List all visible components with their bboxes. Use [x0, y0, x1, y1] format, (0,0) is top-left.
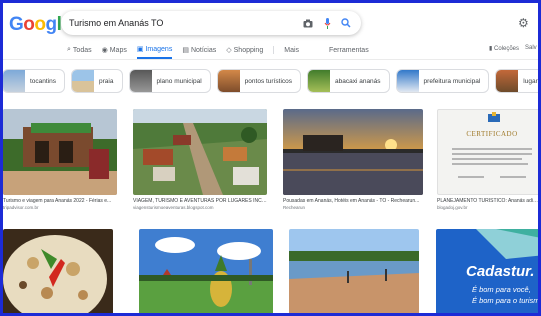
bookmark-icon: ▮ [489, 46, 493, 52]
tab-label: Maps [109, 46, 127, 54]
news-icon: ▤ [182, 47, 189, 54]
image-result[interactable]: CERTIFICADO PLANEJAMENTO TURÍSTICO: Anan… [437, 109, 538, 210]
chip-label: plano municipal [156, 77, 202, 85]
search-icon[interactable] [339, 16, 353, 30]
certificate-heading: CERTIFICADO [466, 130, 518, 138]
image-result[interactable] [139, 229, 273, 313]
search-tabs: ⌕ Todas ◉ Maps ▣ Imagens ▤ Notícias ◇ Shoppin… [67, 45, 369, 59]
logo-letter: G [9, 14, 24, 35]
image-result[interactable] [289, 229, 419, 313]
result-thumbnail: Cadastur. É bom para você, É bom para o … [436, 229, 538, 313]
tab-mais[interactable]: Mais [284, 45, 299, 59]
microphone-icon[interactable] [320, 16, 334, 30]
tab-imagens[interactable]: ▣ Imagens [136, 45, 173, 59]
result-title: PLANEJAMENTO TURÍSTICO: Ananás adia M... [437, 198, 538, 204]
header-divider [3, 59, 538, 60]
image-result[interactable] [3, 229, 113, 313]
tools-label: Ferramentas [329, 46, 369, 54]
search-input[interactable] [69, 18, 296, 28]
tab-label: Shopping [233, 46, 264, 54]
camera-icon[interactable] [301, 16, 315, 30]
browser-frame: Google ⚙ ⌕Todas ◉Maps ▣Imagens ▤Notícias… [3, 3, 538, 313]
tab-label: Imagens [145, 45, 173, 53]
result-thumbnail [289, 229, 419, 313]
image-result[interactable]: Pousadas em Ananás, Hotéis em Ananás - T… [283, 109, 423, 210]
chip-prefeitura-municipal[interactable]: prefeitura municipal [395, 69, 490, 93]
chip-label: praia [99, 77, 114, 85]
chip-thumbnail [496, 70, 519, 92]
search-box [61, 11, 361, 35]
image-result[interactable]: Cadastur. É bom para você, É bom para o … [436, 229, 538, 313]
cadastur-tagline: É bom para o turismo. [472, 296, 538, 305]
chip-label: abacaxi ananás [335, 77, 381, 85]
tab-maps[interactable]: ◉ Maps [102, 45, 127, 59]
cadastur-tagline: É bom para você, [472, 285, 531, 294]
certificate-image [452, 112, 532, 178]
header-right-links: ▮ Coleções Salv [489, 45, 537, 52]
logo-letter: o [34, 14, 46, 35]
related-chips: tocantins praia plano municipal pontos t… [3, 69, 538, 95]
collections-label: Coleções [493, 46, 519, 52]
safesearch-link[interactable]: Salv [525, 45, 537, 52]
chip-thumbnail [3, 70, 25, 92]
collections-link[interactable]: ▮ Coleções [489, 45, 519, 52]
cadastur-logo-text: Cadastur. [466, 263, 535, 280]
chip-abacaxi-ananas[interactable]: abacaxi ananás [307, 69, 390, 93]
chip-thumbnail [217, 70, 240, 92]
result-title: Pousadas em Ananás, Hotéis em Ananás - T… [283, 198, 420, 204]
chip-thumbnail [72, 70, 95, 92]
chip-thumbnail [129, 70, 152, 92]
image-result[interactable]: VIAGEM, TURISMO E AVENTURAS POR LUGARES … [133, 109, 267, 210]
tab-label: Notícias [190, 46, 217, 54]
result-thumbnail [3, 229, 113, 313]
chip-praia[interactable]: praia [71, 69, 123, 93]
chip-label: lugares [523, 77, 538, 85]
tab-label: Todas [72, 46, 92, 54]
result-title: VIAGEM, TURISMO E AVENTURAS POR LUGARES … [133, 198, 267, 204]
result-source: blogadoj.gov.br [437, 205, 468, 210]
chip-pontos-turisticos[interactable]: pontos turísticos [216, 69, 301, 93]
chip-label: pontos turísticos [244, 77, 292, 85]
chip-plano-municipal[interactable]: plano municipal [128, 69, 211, 93]
tab-shopping[interactable]: ◇ Shopping [226, 45, 263, 59]
chip-thumbnail [396, 70, 419, 92]
tab-noticias[interactable]: ▤ Notícias [182, 45, 216, 59]
image-result[interactable]: Turismo e viagem para Ananás 2022 - Féri… [3, 109, 117, 210]
result-source: tripadvisor.com.br [3, 205, 39, 210]
result-thumbnail [283, 109, 423, 195]
chip-label: tocantins [30, 77, 57, 85]
tools-button[interactable]: Ferramentas [329, 45, 369, 59]
result-source: viagensturismoeaventuras.blogspot.com [133, 205, 214, 210]
chip-lugares[interactable]: lugares [495, 69, 538, 93]
tab-label: Mais [284, 46, 300, 54]
result-thumbnail [139, 229, 273, 313]
search-icon: ⌕ [67, 46, 71, 53]
chip-thumbnail [308, 70, 330, 92]
logo-letter: o [23, 14, 35, 35]
tab-todas[interactable]: ⌕ Todas [67, 45, 92, 59]
result-thumbnail: CERTIFICADO [437, 109, 538, 195]
result-thumbnail [3, 109, 117, 195]
tag-icon: ◇ [226, 47, 232, 54]
result-title: Turismo e viagem para Ananás 2022 - Féri… [3, 198, 112, 204]
result-source: Rechearun [283, 205, 306, 210]
map-pin-icon: ◉ [101, 47, 108, 54]
tab-divider [273, 46, 275, 54]
result-thumbnail [133, 109, 267, 195]
image-icon: ▣ [136, 46, 144, 53]
chip-label: prefeitura municipal [423, 77, 481, 85]
chip-tocantins[interactable]: tocantins [3, 69, 66, 93]
logo-letter: g [45, 14, 58, 35]
gear-icon[interactable]: ⚙ [518, 16, 529, 30]
